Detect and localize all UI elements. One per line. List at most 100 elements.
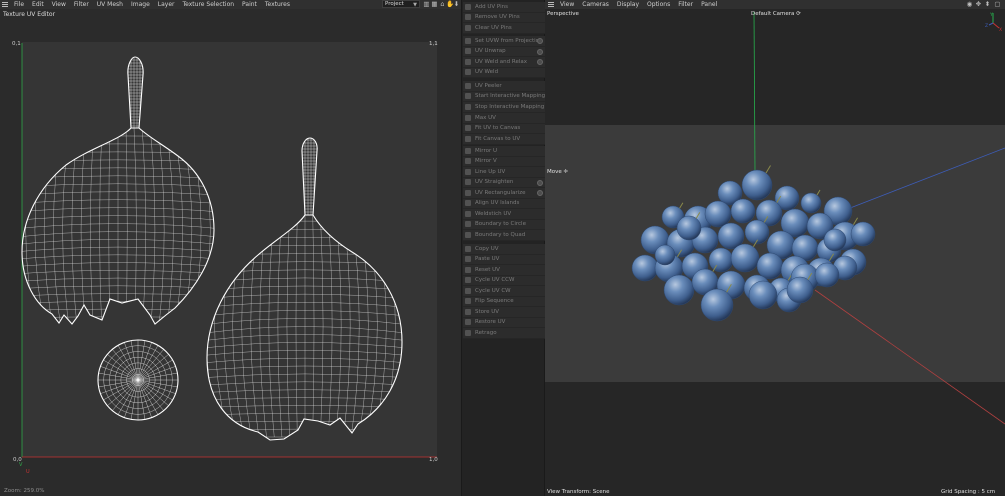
uv-canvas[interactable]: 0,1 1,1 0,0 1,0 V U xyxy=(0,20,461,486)
gear-icon[interactable] xyxy=(537,190,543,196)
blueberry[interactable] xyxy=(814,262,840,288)
gear-icon[interactable] xyxy=(537,179,543,186)
blueberry[interactable] xyxy=(741,169,773,201)
command-uv-unwrap[interactable]: UV Unwrap xyxy=(463,47,545,57)
command-clear-uv-pins[interactable]: Clear UV Pins xyxy=(463,23,545,34)
menu-file[interactable]: File xyxy=(10,0,28,9)
command-flip-sequence[interactable]: Flip Sequence xyxy=(463,297,545,307)
start-mapping-icon xyxy=(465,93,471,100)
menu-cameras[interactable]: Cameras xyxy=(578,0,613,9)
blueberry[interactable] xyxy=(654,244,676,266)
blueberry[interactable] xyxy=(748,280,778,310)
hamburger-menu-icon[interactable] xyxy=(2,0,10,9)
lock-icon[interactable]: ⌂ xyxy=(439,1,446,8)
command-cycle-uv-cw[interactable]: Cycle UV CW xyxy=(463,286,545,297)
command-restore-uv[interactable]: Restore UV xyxy=(463,318,545,328)
camera-cycle-icon[interactable]: ⟳ xyxy=(796,11,801,17)
command-reset-uv[interactable]: Reset UV xyxy=(463,265,545,276)
mirror-u-icon xyxy=(465,147,471,154)
command-align-uv-islands[interactable]: Align UV Islands xyxy=(463,199,545,209)
menu-paint[interactable]: Paint xyxy=(238,0,261,9)
blueberry[interactable] xyxy=(704,200,732,228)
blueberry[interactable] xyxy=(700,288,734,322)
command-uv-rectangularize[interactable]: UV Rectangularize xyxy=(463,188,545,199)
uv-mesh-drawing[interactable] xyxy=(0,20,461,486)
command-stop-interactive-mapping[interactable]: Stop Interactive Mapping xyxy=(463,102,545,113)
menu-panel[interactable]: Panel xyxy=(697,0,721,9)
command-weldstich-uv[interactable]: Weldstich UV xyxy=(463,209,545,220)
blueberry[interactable] xyxy=(663,274,695,306)
command-fit-canvas-to-uv[interactable]: Fit Canvas to UV xyxy=(463,134,545,145)
command-label: Flip Sequence xyxy=(475,298,514,305)
command-add-uv-pins[interactable]: Add UV Pins xyxy=(463,2,545,13)
menu-view[interactable]: View xyxy=(556,0,578,9)
maximize-icon[interactable]: ▢ xyxy=(994,1,1001,8)
orbit-icon[interactable]: ◉ xyxy=(966,1,973,8)
command-line-up-uv[interactable]: Line Up UV xyxy=(463,167,545,178)
command-remove-uv-pins[interactable]: Remove UV Pins xyxy=(463,13,545,23)
menu-display[interactable]: Display xyxy=(613,0,643,9)
command-uv-weld-and-relax[interactable]: UV Weld and Relax xyxy=(463,57,545,68)
blueberry[interactable] xyxy=(786,276,814,304)
command-uv-weld[interactable]: UV Weld xyxy=(463,68,545,78)
histogram-icon[interactable]: ▥ xyxy=(423,1,430,8)
blueberry[interactable] xyxy=(850,221,876,247)
v-axis-label: V xyxy=(19,462,23,468)
command-uv-peeler[interactable]: UV Peeler xyxy=(463,81,545,92)
command-boundary-to-circle[interactable]: Boundary to Circle xyxy=(463,220,545,230)
menu-filter[interactable]: Filter xyxy=(674,0,697,9)
blueberry[interactable] xyxy=(823,228,847,252)
command-store-uv[interactable]: Store UV xyxy=(463,307,545,318)
hamburger-menu-icon[interactable] xyxy=(548,0,556,9)
view-name-label[interactable]: Perspective xyxy=(547,11,579,17)
gear-icon[interactable] xyxy=(537,59,543,65)
grid-icon[interactable]: ▦ xyxy=(431,1,438,8)
command-mirror-v[interactable]: Mirror V xyxy=(463,157,545,167)
command-label: UV Weld xyxy=(475,69,499,76)
menu-image[interactable]: Image xyxy=(127,0,154,9)
command-start-interactive-mapping[interactable]: Start Interactive Mapping xyxy=(463,92,545,102)
blueberry[interactable] xyxy=(756,252,784,280)
zoom-icon[interactable]: ⬍ xyxy=(984,1,991,8)
menu-view[interactable]: View xyxy=(48,0,70,9)
uv-island-left-stem[interactable] xyxy=(127,56,144,129)
command-retrago[interactable]: Retrago xyxy=(463,328,545,339)
menu-filter[interactable]: Filter xyxy=(70,0,93,9)
command-cycle-uv-ccw[interactable]: Cycle UV CCW xyxy=(463,276,545,286)
blueberry[interactable] xyxy=(631,254,659,282)
project-dropdown[interactable]: Project ▼ xyxy=(382,0,420,8)
command-paste-uv[interactable]: Paste UV xyxy=(463,255,545,265)
command-mirror-u[interactable]: Mirror U xyxy=(463,146,545,157)
boundary-quad-icon xyxy=(465,231,471,238)
gear-icon[interactable] xyxy=(537,48,543,55)
blueberry[interactable] xyxy=(800,192,822,214)
camera-label[interactable]: Default Camera ⟳ xyxy=(751,11,801,17)
command-max-uv[interactable]: Max UV xyxy=(463,113,545,124)
cycle-cw-icon xyxy=(465,287,471,294)
command-copy-uv[interactable]: Copy UV xyxy=(463,244,545,255)
hand-icon[interactable]: ✋ xyxy=(446,1,454,8)
command-boundary-to-quad[interactable]: Boundary to Quad xyxy=(463,230,545,241)
blueberry[interactable] xyxy=(730,243,760,273)
corner-label-top-right: 1,1 xyxy=(429,41,438,47)
blueberry[interactable] xyxy=(676,215,702,241)
pan-icon[interactable]: ✥ xyxy=(975,1,982,8)
menu-textures[interactable]: Textures xyxy=(261,0,294,9)
command-fit-uv-to-canvas[interactable]: Fit UV to Canvas xyxy=(463,124,545,134)
menu-uv-mesh[interactable]: UV Mesh xyxy=(93,0,127,9)
blueberry[interactable] xyxy=(730,198,756,224)
blueberry[interactable] xyxy=(708,247,734,273)
menu-layer[interactable]: Layer xyxy=(154,0,179,9)
menu-edit[interactable]: Edit xyxy=(28,0,48,9)
viewport-scene[interactable] xyxy=(545,0,1005,496)
download-icon[interactable]: ⬇ xyxy=(453,1,460,8)
gear-icon[interactable] xyxy=(537,38,543,44)
command-label: Max UV xyxy=(475,114,496,121)
command-uv-straighten[interactable]: UV Straighten xyxy=(463,178,545,188)
uv-island-right-stem[interactable] xyxy=(301,137,318,216)
viewport-panel[interactable]: View Cameras Display Options Filter Pane… xyxy=(545,0,1005,496)
line-up-icon xyxy=(465,168,471,175)
menu-options[interactable]: Options xyxy=(643,0,674,9)
command-set-uvw-from-projection[interactable]: Set UVW from Projection xyxy=(463,36,545,47)
menu-texture-selection[interactable]: Texture Selection xyxy=(179,0,239,9)
